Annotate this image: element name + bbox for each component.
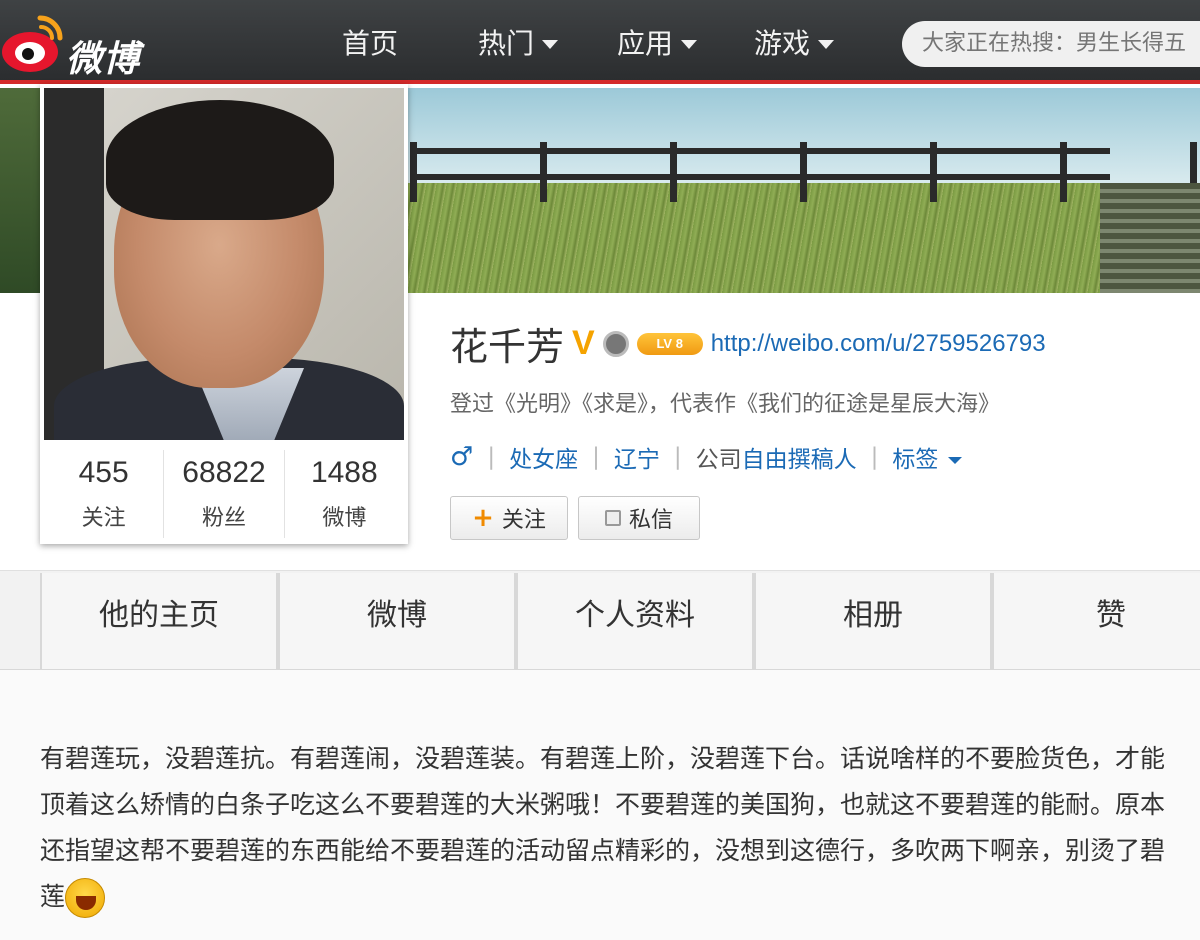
divider: | (673, 444, 682, 470)
fence-post (800, 142, 807, 202)
cover-left-edge (0, 88, 44, 293)
profile-tabs: 他的主页 微博 个人资料 相册 赞 (0, 570, 1200, 670)
message-label: 私信 (628, 508, 673, 533)
nav-home[interactable]: 首页 (342, 22, 398, 62)
fence-post (1060, 142, 1067, 202)
chevron-down-icon (818, 39, 835, 49)
location-link[interactable]: 辽宁 (614, 440, 660, 474)
fence-rail (410, 174, 1110, 180)
post-content: 有碧莲玩，没碧莲抗。有碧莲闹，没碧莲装。有碧莲上阶，没碧莲下台。话说啥样的不要脸… (40, 736, 1170, 920)
zodiac-link[interactable]: 处女座 (509, 440, 578, 474)
profile-name: 花千芳 (450, 325, 565, 369)
tags-label: 标签 (892, 447, 939, 473)
follow-label: 关注 (501, 508, 546, 533)
profile-name-row: 花千芳 V LV 8 http://weibo.com/u/2759526793 (450, 316, 1046, 371)
divider: | (487, 444, 496, 470)
tab-profile-info[interactable]: 个人资料 (516, 573, 754, 669)
stat-followers-count: 68822 (182, 456, 266, 489)
company-link[interactable]: 自由撰稿人 (742, 440, 857, 474)
profile-meta: ♂ | 处女座 | 辽宁 | 公司 自由撰稿人 | 标签 (450, 440, 963, 474)
search-input[interactable] (902, 21, 1200, 67)
verified-v-icon[interactable]: V (572, 324, 595, 363)
nav-games-label: 游戏 (754, 27, 811, 60)
post-text: 有碧莲玩，没碧莲抗。有碧莲闹，没碧莲装。有碧莲上阶，没碧莲下台。话说啥样的不要脸… (40, 744, 1166, 911)
logo-text: 微博 (66, 39, 141, 80)
stat-followers-label: 粉丝 (201, 506, 246, 531)
tab-album[interactable]: 相册 (754, 573, 992, 669)
tab-weibo[interactable]: 微博 (278, 573, 516, 669)
chevron-down-icon (948, 457, 963, 464)
laughing-emoji-icon (65, 878, 106, 918)
nav-games[interactable]: 游戏 (754, 22, 835, 62)
chevron-down-icon (542, 39, 559, 49)
fence-post (930, 142, 937, 202)
profile-card: 455 关注 68822 粉丝 1488 微博 (40, 84, 408, 544)
follow-button[interactable]: + 关注 (450, 496, 568, 540)
message-icon (604, 510, 621, 526)
plus-icon: + (472, 503, 494, 533)
level-badge[interactable]: LV 8 (636, 332, 703, 355)
avatar-hair (106, 100, 334, 220)
stat-posts-label: 微博 (322, 506, 367, 531)
tab-home[interactable]: 他的主页 (40, 573, 278, 669)
avatar[interactable] (44, 88, 404, 440)
company-prefix: 公司 (695, 447, 742, 473)
cover-stairs (1100, 183, 1200, 293)
message-button[interactable]: 私信 (578, 496, 700, 540)
chevron-down-icon (681, 39, 698, 49)
nav-hot-label: 热门 (478, 27, 535, 60)
profile-bio: 登过《光明》《求是》，代表作《我们的征途是星辰大海》 (450, 392, 1001, 417)
nav-apps[interactable]: 应用 (617, 22, 698, 62)
member-crown-icon[interactable] (602, 330, 629, 357)
nav-hot[interactable]: 热门 (478, 22, 559, 62)
nav-apps-label: 应用 (617, 27, 674, 60)
weibo-logo[interactable]: 微博 (0, 8, 160, 80)
top-navbar: 微博 首页 热门 应用 游戏 (0, 0, 1200, 84)
tags-dropdown[interactable]: 标签 (892, 440, 963, 474)
profile-stats: 455 关注 68822 粉丝 1488 微博 (44, 450, 404, 538)
fence-post (410, 142, 417, 202)
fence-post (540, 142, 547, 202)
profile-url-link[interactable]: http://weibo.com/u/2759526793 (711, 330, 1046, 358)
stat-following-count: 455 (78, 456, 129, 489)
fence-post (670, 142, 677, 202)
fence-rail (410, 148, 1110, 154)
stat-posts-count: 1488 (310, 456, 378, 489)
stat-following[interactable]: 455 关注 (44, 450, 165, 538)
stat-following-label: 关注 (81, 506, 126, 531)
tab-likes[interactable]: 赞 (992, 573, 1200, 669)
divider: | (870, 444, 879, 470)
stat-posts[interactable]: 1488 微博 (285, 450, 404, 538)
stat-followers[interactable]: 68822 粉丝 (164, 450, 285, 538)
weibo-eye-icon (2, 15, 63, 72)
nav-home-label: 首页 (342, 27, 399, 60)
divider: | (592, 444, 600, 470)
male-gender-icon: ♂ (450, 442, 474, 472)
